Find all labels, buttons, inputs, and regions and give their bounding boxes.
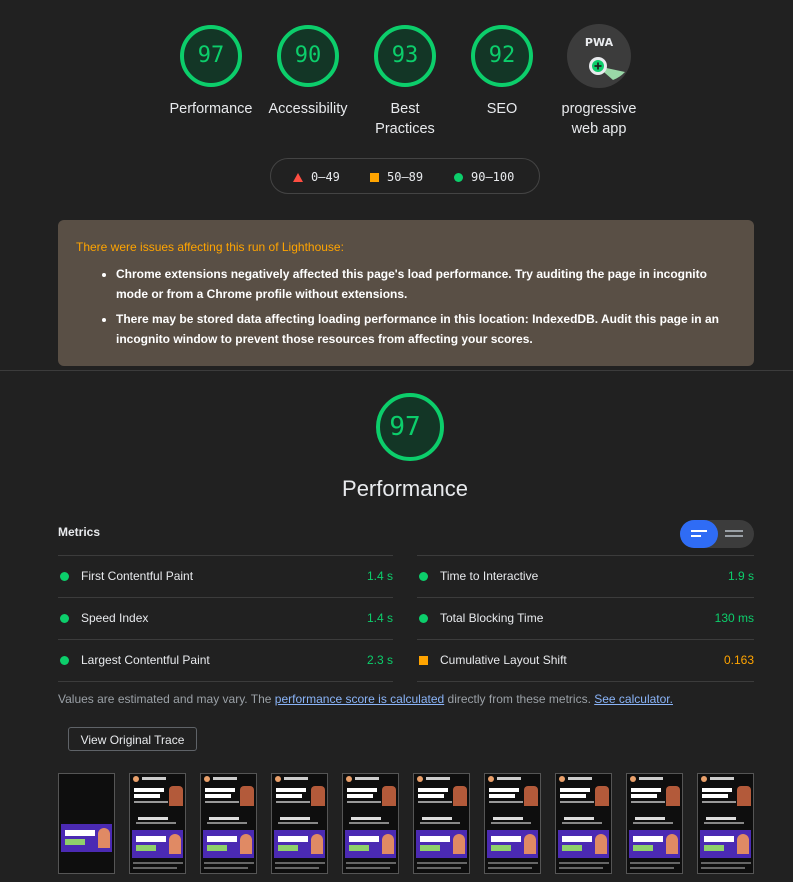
legend-average: 50–89 <box>370 170 423 184</box>
gauge-label: SEO <box>486 101 518 117</box>
run-warnings: There were issues affecting this run of … <box>58 220 754 366</box>
metric-value: 1.4 s <box>366 611 393 625</box>
see-calculator-link[interactable]: See calculator. <box>594 692 673 706</box>
detailed-lines-icon[interactable] <box>725 530 743 540</box>
metric-value: 2.3 s <box>366 653 393 667</box>
filmstrip-frame <box>555 773 612 874</box>
pwa-badge-icon: PWA <box>567 24 631 88</box>
gauge-score: 92 <box>488 43 516 68</box>
warning-item: Chrome extensions negatively affected th… <box>116 264 736 304</box>
metric-name: Time to Interactive <box>440 569 539 583</box>
metric-name: Largest Contentful Paint <box>81 653 210 667</box>
filmstrip-frame <box>129 773 186 874</box>
metric-value: 1.4 s <box>366 569 393 583</box>
filmstrip-frame <box>484 773 541 874</box>
circle-icon <box>454 172 463 182</box>
pass-circle-icon <box>60 572 69 581</box>
legend-fail: 0–49 <box>293 170 340 184</box>
average-square-icon <box>419 656 428 665</box>
toggle-summary-button[interactable] <box>680 520 718 548</box>
gauge-accessibility[interactable]: 90 Accessibility <box>263 24 353 119</box>
filmstrip-frame <box>342 773 399 874</box>
legend-pass-range: 90–100 <box>471 170 515 184</box>
gauge-label: Performance <box>169 101 253 117</box>
warning-title: There were issues affecting this run of … <box>76 240 344 254</box>
summary-lines-icon <box>691 530 707 540</box>
metric-row: Speed Index 1.4 s <box>58 597 393 639</box>
metric-row: First Contentful Paint 1.4 s <box>58 555 393 597</box>
legend-fail-range: 0–49 <box>311 170 340 184</box>
metric-name: Cumulative Layout Shift <box>440 653 567 667</box>
score-calculated-link[interactable]: performance score is calculated <box>275 692 444 706</box>
gauge-score: 90 <box>294 43 322 68</box>
metric-name: First Contentful Paint <box>81 569 194 583</box>
gauge-score: 93 <box>391 43 419 68</box>
metric-value: 130 ms <box>714 611 754 625</box>
filmstrip-frame <box>200 773 257 874</box>
metrics-column-left: First Contentful Paint 1.4 s Speed Index… <box>58 555 393 682</box>
note-middle: directly from these metrics. <box>444 692 595 706</box>
gauge-seo[interactable]: 92 SEO <box>457 24 547 119</box>
filmstrip-frame <box>271 773 328 874</box>
frame-banner <box>61 824 112 852</box>
filmstrip-frame <box>58 773 115 874</box>
performance-title: Performance <box>342 476 468 501</box>
performance-gauge: 97 <box>360 392 450 467</box>
metric-row: Cumulative Layout Shift 0.163 <box>417 639 754 682</box>
metric-value: 0.163 <box>723 653 754 667</box>
section-divider <box>0 370 793 371</box>
filmstrip-frame <box>697 773 754 874</box>
note-prefix: Values are estimated and may vary. The <box>58 692 275 706</box>
pass-circle-icon <box>419 614 428 623</box>
gauge-label: Accessibility <box>268 101 348 117</box>
score-legend: 0–49 50–89 90–100 <box>270 158 540 194</box>
triangle-icon <box>293 172 303 182</box>
legend-pass: 90–100 <box>454 170 514 184</box>
metric-row: Total Blocking Time 130 ms <box>417 597 754 639</box>
view-original-trace-button[interactable]: View Original Trace <box>68 727 197 751</box>
metric-row: Time to Interactive 1.9 s <box>417 555 754 597</box>
warning-list: Chrome extensions negatively affected th… <box>76 264 736 349</box>
gauge-performance[interactable]: 97 Performance <box>166 24 256 119</box>
metrics-note: Values are estimated and may vary. The p… <box>58 692 673 706</box>
performance-score: 97 <box>389 412 421 442</box>
pwa-badge-text: PWA <box>585 36 614 49</box>
gauge-label: Best Practices <box>375 101 435 137</box>
legend-average-range: 50–89 <box>387 170 424 184</box>
pass-circle-icon <box>60 614 69 623</box>
gauge-pwa[interactable]: PWA progressive web app <box>554 24 644 139</box>
gauge-best-practices[interactable]: 93 Best Practices <box>360 24 450 139</box>
metric-row: Largest Contentful Paint 2.3 s <box>58 639 393 682</box>
filmstrip-frame <box>413 773 470 874</box>
metric-value: 1.9 s <box>727 569 754 583</box>
square-icon <box>370 172 379 182</box>
warning-item: There may be stored data affecting loadi… <box>116 309 736 349</box>
metrics-heading: Metrics <box>58 525 101 539</box>
metrics-view-toggle[interactable] <box>680 520 754 548</box>
pass-circle-icon <box>60 656 69 665</box>
metrics-column-right: Time to Interactive 1.9 s Total Blocking… <box>417 555 754 682</box>
filmstrip-frame <box>626 773 683 874</box>
metric-name: Total Blocking Time <box>440 611 544 625</box>
gauge-score: 97 <box>197 43 225 68</box>
gauge-label: progressive web app <box>561 101 637 137</box>
metric-name: Speed Index <box>81 611 149 625</box>
pass-circle-icon <box>419 572 428 581</box>
